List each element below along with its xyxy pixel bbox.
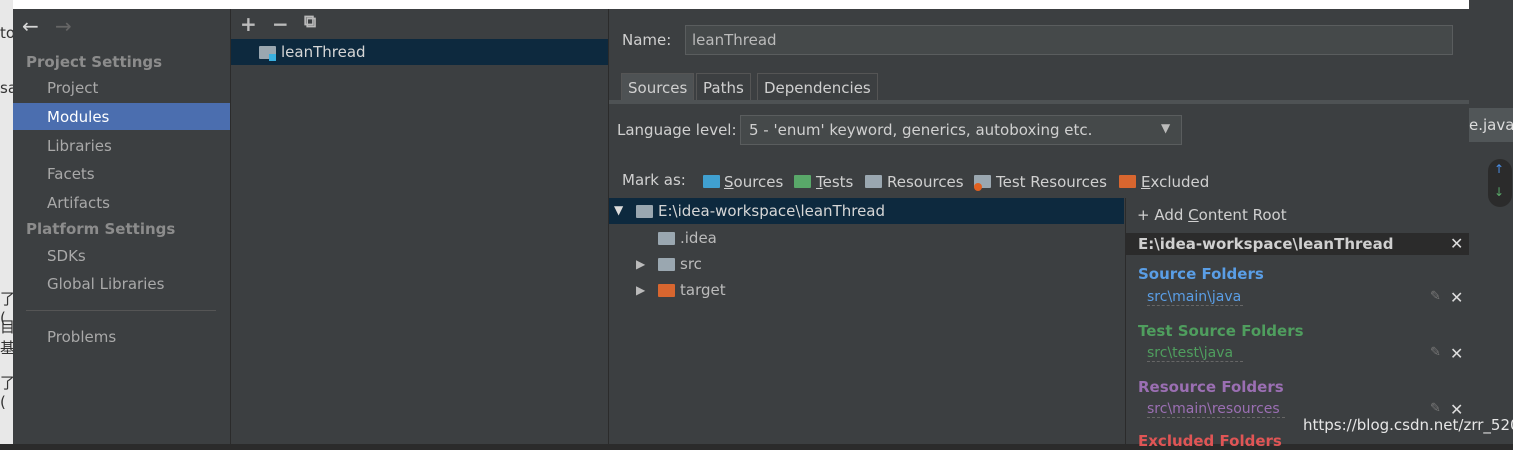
mark-tests-mnemonic: T — [816, 173, 823, 191]
test-source-folders-header: Test Source Folders — [1138, 322, 1304, 340]
excluded-folder-icon — [1119, 175, 1136, 188]
resource-folders-header: Resource Folders — [1138, 378, 1284, 396]
copy-module-icon[interactable]: ⧉ — [304, 12, 316, 32]
mark-test-resources-label: Test Resources — [996, 173, 1107, 191]
add-content-root-prefix: + Add — [1137, 206, 1189, 224]
collapsed-arrow-icon[interactable]: ▶ — [636, 257, 645, 271]
add-module-icon[interactable]: + — [240, 12, 257, 36]
arrow-up-icon: ↑ — [1494, 162, 1505, 176]
edit-pencil-icon[interactable]: ✎ — [1430, 289, 1441, 304]
arrow-down-icon: ↓ — [1494, 185, 1505, 199]
module-row-selected[interactable]: leanThread — [231, 39, 608, 65]
target-folder-icon — [658, 284, 675, 297]
nav-item-project[interactable]: Project — [47, 79, 98, 97]
tree-row-idea[interactable]: .idea — [609, 226, 1124, 250]
background-editor-right: e.java ↑ ↓ — [1469, 0, 1513, 444]
nav-item-libraries[interactable]: Libraries — [47, 137, 112, 155]
nav-item-sdks[interactable]: SDKs — [47, 247, 86, 265]
edit-pencil-icon[interactable]: ✎ — [1430, 345, 1441, 360]
name-input[interactable]: leanThread — [685, 25, 1453, 55]
mark-resources-label: Resources — [887, 173, 964, 191]
module-name: leanThread — [281, 43, 366, 61]
add-content-root-mnemonic: C — [1188, 206, 1199, 224]
resources-folder-icon — [865, 175, 882, 188]
source-folder-path: src\main\java — [1147, 289, 1243, 306]
name-input-value: leanThread — [692, 31, 777, 49]
content-root-header: E:\idea-workspace\leanThread ✕ — [1126, 233, 1469, 255]
tab-paths[interactable]: Paths — [696, 73, 751, 101]
tree-row-root[interactable]: ▼ E:\idea-workspace\leanThread — [609, 198, 1124, 224]
sources-folder-icon — [703, 175, 720, 188]
background-window-top — [0, 0, 1469, 9]
edit-pencil-icon[interactable]: ✎ — [1430, 401, 1441, 416]
add-content-root-button[interactable]: + Add Content Root — [1137, 206, 1287, 224]
background-editor-left: to sa 了( 目基 了( — [0, 0, 17, 444]
tab-underline — [609, 100, 1469, 104]
back-arrow-icon[interactable]: ← — [22, 14, 39, 38]
module-badge-icon — [269, 54, 276, 61]
forward-arrow-icon[interactable]: → — [55, 14, 72, 38]
nav-item-modules: Modules — [47, 108, 110, 126]
resource-folder-path: src\main\resources — [1147, 401, 1285, 418]
tab-dependencies[interactable]: Dependencies — [757, 73, 878, 101]
mark-sources-mnemonic: S — [724, 173, 734, 191]
mark-tests-label: ests — [822, 173, 854, 191]
remove-module-icon[interactable]: − — [272, 12, 289, 36]
tab-sources[interactable]: Sources — [621, 73, 695, 101]
tree-item-label: target — [680, 281, 726, 299]
test-folder-path: src\test\java — [1147, 345, 1243, 362]
collapsed-arrow-icon[interactable]: ▶ — [636, 283, 645, 297]
mark-sources-label: ources — [733, 173, 784, 191]
close-icon[interactable]: ✕ — [1450, 344, 1463, 363]
background-editor-tab: e.java — [1469, 116, 1513, 134]
nav-item-global-libraries[interactable]: Global Libraries — [47, 275, 164, 293]
nav-item-artifacts[interactable]: Artifacts — [47, 194, 110, 212]
tree-item-label: src — [680, 255, 702, 273]
close-icon[interactable]: ✕ — [1450, 234, 1463, 253]
source-folders-header: Source Folders — [1138, 265, 1264, 283]
language-level-value: 5 - 'enum' keyword, generics, autoboxing… — [749, 121, 1093, 139]
nav-item-facets[interactable]: Facets — [47, 165, 95, 183]
content-root-path: E:\idea-workspace\leanThread — [1138, 235, 1394, 253]
module-list-pane — [231, 9, 608, 444]
name-label: Name: — [622, 31, 672, 49]
mark-excluded-label: xcluded — [1150, 173, 1210, 191]
test-resources-badge-icon — [974, 183, 982, 191]
tree-row-src[interactable]: ▶ src — [609, 252, 1124, 276]
mark-as-label: Mark as: — [622, 171, 686, 189]
language-level-select[interactable]: 5 - 'enum' keyword, generics, autoboxing… — [740, 115, 1182, 145]
root-folder-icon — [636, 205, 653, 218]
watermark-text: https://blog.csdn.net/zrr_520 — [1303, 416, 1513, 434]
tree-row-target[interactable]: ▶ target — [609, 278, 1124, 302]
nav-divider — [26, 310, 216, 311]
add-content-root-label: ontent Root — [1198, 206, 1287, 224]
section-project-settings: Project Settings — [26, 53, 163, 71]
tests-folder-icon — [794, 175, 811, 188]
close-icon[interactable]: ✕ — [1450, 288, 1463, 307]
tree-root-label: E:\idea-workspace\leanThread — [658, 202, 886, 220]
language-level-label: Language level: — [617, 121, 737, 139]
chevron-down-icon: ▼ — [1161, 121, 1171, 135]
excluded-folders-header: Excluded Folders — [1138, 432, 1282, 450]
section-platform-settings: Platform Settings — [26, 220, 176, 238]
nav-item-modules-selected[interactable]: Modules — [13, 103, 230, 130]
expanded-arrow-icon[interactable]: ▼ — [614, 203, 623, 217]
idea-folder-icon — [658, 232, 675, 245]
tree-item-label: .idea — [680, 229, 717, 247]
nav-item-problems[interactable]: Problems — [47, 328, 116, 346]
src-folder-icon — [658, 258, 675, 271]
